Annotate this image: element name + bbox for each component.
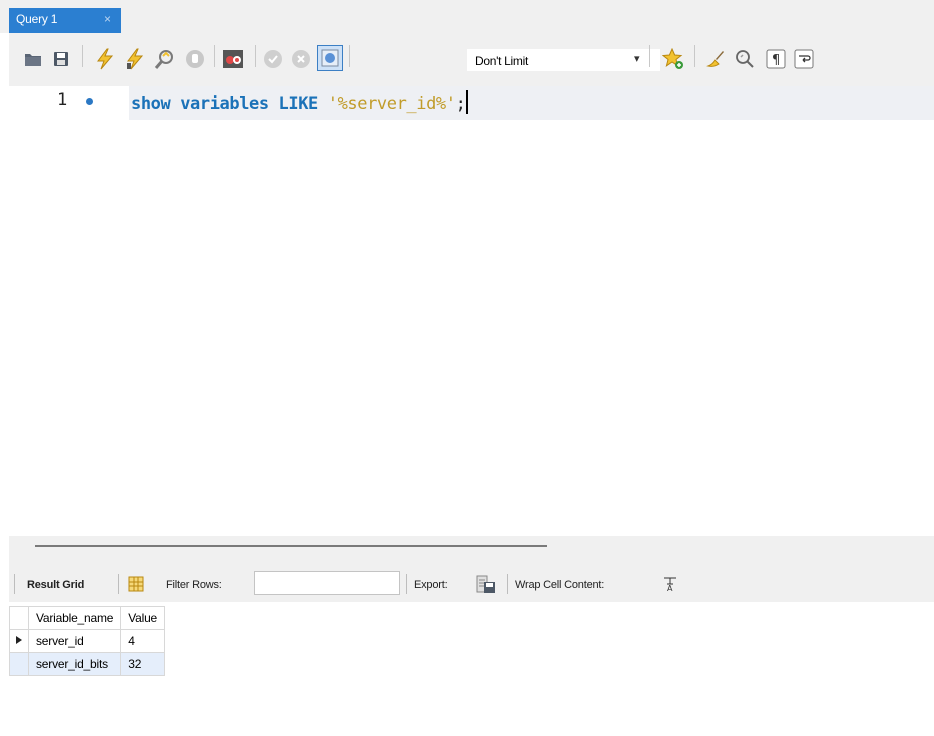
commit-icon[interactable] (261, 47, 285, 71)
chevron-down-icon: ▾ (634, 53, 640, 65)
invisible-chars-icon[interactable]: ¶ (764, 47, 788, 71)
keyword-show: show (131, 94, 171, 114)
cell-variable-name[interactable]: server_id (27, 629, 122, 653)
wrap-cell-content-icon[interactable]: A (662, 576, 678, 592)
panel-splitter[interactable] (9, 536, 934, 566)
wrap-lines-icon[interactable] (792, 47, 816, 71)
table-header-row: Variable_name Value (9, 606, 166, 630)
column-header-value[interactable]: Value (120, 606, 166, 630)
toggle-error-icon[interactable] (221, 47, 245, 71)
export-label: Export: (414, 579, 448, 591)
splitter-handle[interactable] (35, 545, 547, 547)
beautify-icon[interactable] (703, 47, 727, 71)
tab-title: Query 1 (16, 12, 58, 26)
keyword-like: LIKE (278, 94, 319, 114)
toolbar-separator (14, 574, 15, 594)
toolbar-separator (349, 45, 350, 67)
filter-rows-label: Filter Rows: (166, 579, 222, 591)
toolbar-separator (406, 574, 407, 594)
row-indicator-header (9, 606, 29, 630)
cell-variable-name[interactable]: server_id_bits (27, 652, 122, 676)
table-row[interactable]: server_id_bits 32 (9, 652, 166, 676)
result-toolbar: Result Grid Filter Rows: Export: Wrap Ce… (9, 566, 934, 602)
toolbar-separator (507, 574, 508, 594)
statement-marker-icon (86, 98, 93, 105)
save-icon[interactable] (51, 49, 71, 69)
svg-text:¶: ¶ (772, 53, 780, 68)
cell-value[interactable]: 32 (120, 652, 166, 676)
limit-rows-select[interactable]: Don't Limit ▾ (467, 49, 660, 71)
semicolon: ; (455, 94, 466, 114)
query-toolbar: Don't Limit ▾ ¶ (9, 33, 934, 86)
stop-icon[interactable] (183, 47, 207, 71)
close-tab-icon[interactable]: × (104, 12, 111, 26)
text-caret (466, 90, 468, 114)
result-grid: Variable_name Value server_id 4 server_i… (9, 602, 934, 736)
result-grid-tab[interactable]: Result Grid (27, 579, 84, 591)
keyword-variables: variables (180, 94, 269, 114)
execute-icon[interactable] (93, 47, 117, 71)
toolbar-separator (694, 45, 695, 67)
table-row[interactable]: server_id 4 (9, 629, 166, 653)
toolbar-separator (255, 45, 256, 67)
sql-code-line[interactable]: show variables LIKE '%server_id%'; (131, 90, 468, 114)
export-icon[interactable] (475, 573, 497, 595)
toolbar-separator (82, 45, 83, 67)
open-file-icon[interactable] (23, 49, 43, 69)
tab-query-1[interactable]: Query 1 × (9, 8, 121, 33)
rollback-icon[interactable] (289, 47, 313, 71)
toolbar-separator (118, 574, 119, 594)
column-header-variable-name[interactable]: Variable_name (27, 606, 122, 630)
result-table: Variable_name Value server_id 4 server_i… (9, 606, 166, 676)
string-literal: '%server_id%' (327, 94, 456, 114)
toolbar-separator (214, 45, 215, 67)
row-indicator (9, 652, 29, 676)
svg-text:A: A (667, 584, 673, 591)
line-number: 1 (57, 90, 68, 110)
find-icon[interactable] (733, 47, 757, 71)
wrap-cell-content-label: Wrap Cell Content: (515, 579, 605, 591)
autocommit-icon[interactable] (317, 45, 343, 71)
explain-icon[interactable] (153, 47, 177, 71)
cell-value[interactable]: 4 (120, 629, 166, 653)
execute-current-icon[interactable] (123, 47, 147, 71)
toolbar-separator (649, 45, 650, 67)
current-row-icon (9, 629, 29, 653)
tab-bar: Query 1 × (0, 0, 934, 33)
sql-editor[interactable]: 1 show variables LIKE '%server_id%'; (9, 86, 934, 536)
add-snippet-icon[interactable] (661, 47, 685, 71)
filter-rows-input[interactable] (254, 571, 400, 595)
grid-layout-icon[interactable] (127, 575, 145, 593)
limit-rows-value: Don't Limit (475, 54, 529, 68)
